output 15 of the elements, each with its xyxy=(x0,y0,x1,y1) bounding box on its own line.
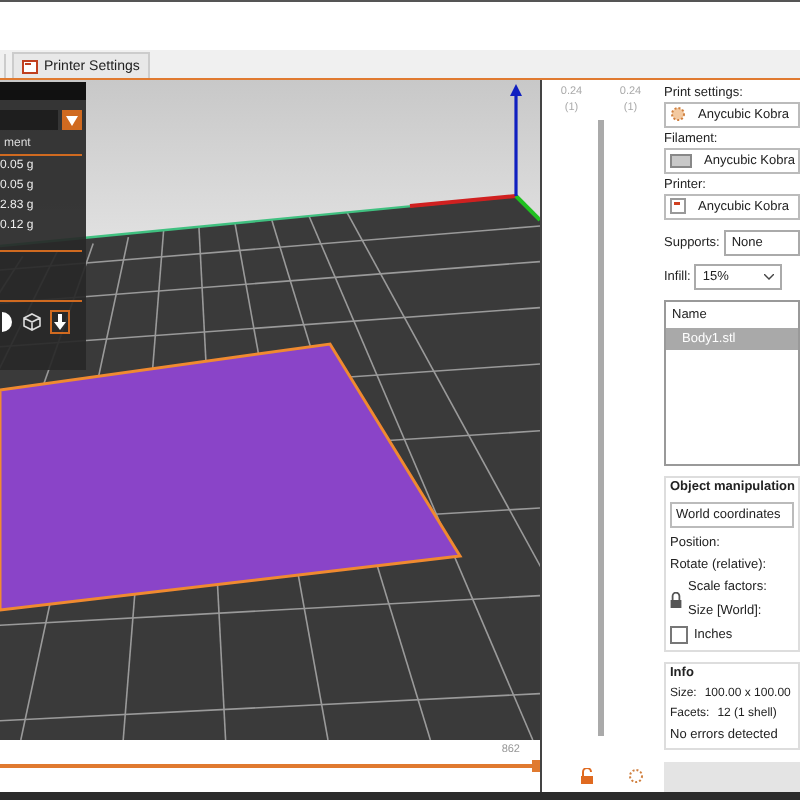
swatch-icon xyxy=(670,153,692,168)
printer-icon xyxy=(670,198,686,215)
gear-icon xyxy=(670,106,686,123)
gear-icon[interactable] xyxy=(627,768,643,784)
lock-icon[interactable] xyxy=(670,591,682,608)
slider-thumb[interactable] xyxy=(532,760,540,772)
dropdown-button[interactable] xyxy=(62,110,82,130)
cube-icon[interactable] xyxy=(22,312,42,332)
panel-title-bar xyxy=(0,82,86,100)
slice-button[interactable] xyxy=(664,762,800,793)
inches-checkbox[interactable] xyxy=(670,626,688,645)
chevron-icon xyxy=(764,273,775,280)
lock-icon[interactable] xyxy=(579,768,593,784)
printer-icon xyxy=(22,59,38,73)
download-icon[interactable] xyxy=(50,310,70,334)
